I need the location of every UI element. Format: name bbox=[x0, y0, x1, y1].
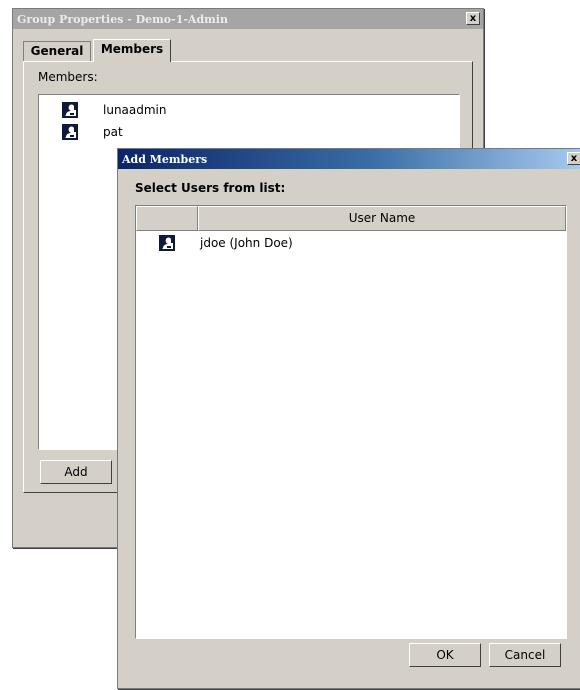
tab-general-label: General bbox=[30, 44, 84, 58]
add-members-dialog: Add Members x Select Users from list: Us… bbox=[117, 148, 580, 689]
add-button-label: Add bbox=[64, 465, 88, 479]
add-members-close-button[interactable]: x bbox=[567, 152, 580, 165]
group-properties-close-button[interactable]: x bbox=[466, 12, 480, 25]
list-item[interactable]: pat bbox=[39, 123, 439, 143]
user-icon bbox=[62, 124, 78, 140]
column-header-user-name[interactable]: User Name bbox=[198, 206, 566, 231]
add-members-title: Add Members bbox=[122, 152, 208, 166]
column-header-icon[interactable] bbox=[136, 206, 198, 231]
user-name-cell: jdoe (John Doe) bbox=[200, 236, 293, 250]
group-properties-title: Group Properties - Demo-1-Admin bbox=[17, 12, 228, 26]
select-users-prompt: Select Users from list: bbox=[135, 181, 286, 195]
ok-button[interactable]: OK bbox=[409, 643, 481, 667]
tab-general[interactable]: General bbox=[23, 41, 91, 61]
user-icon bbox=[159, 235, 175, 251]
members-label: Members: bbox=[38, 70, 98, 84]
group-properties-titlebar[interactable]: Group Properties - Demo-1-Admin x bbox=[13, 9, 483, 29]
member-name: lunaadmin bbox=[103, 103, 167, 117]
list-item[interactable]: lunaadmin bbox=[39, 101, 439, 121]
user-icon bbox=[62, 102, 78, 118]
tab-members-label: Members bbox=[100, 42, 164, 56]
add-button[interactable]: Add bbox=[40, 460, 112, 484]
table-row[interactable]: jdoe (John Doe) bbox=[136, 232, 566, 254]
add-members-titlebar[interactable]: Add Members x bbox=[118, 149, 580, 169]
cancel-button[interactable]: Cancel bbox=[489, 643, 561, 667]
tab-members[interactable]: Members bbox=[93, 39, 171, 62]
users-table[interactable]: User Name jdoe (John Doe) bbox=[135, 205, 567, 639]
cancel-button-label: Cancel bbox=[504, 648, 546, 662]
member-name: pat bbox=[103, 125, 123, 139]
ok-button-label: OK bbox=[436, 648, 454, 662]
